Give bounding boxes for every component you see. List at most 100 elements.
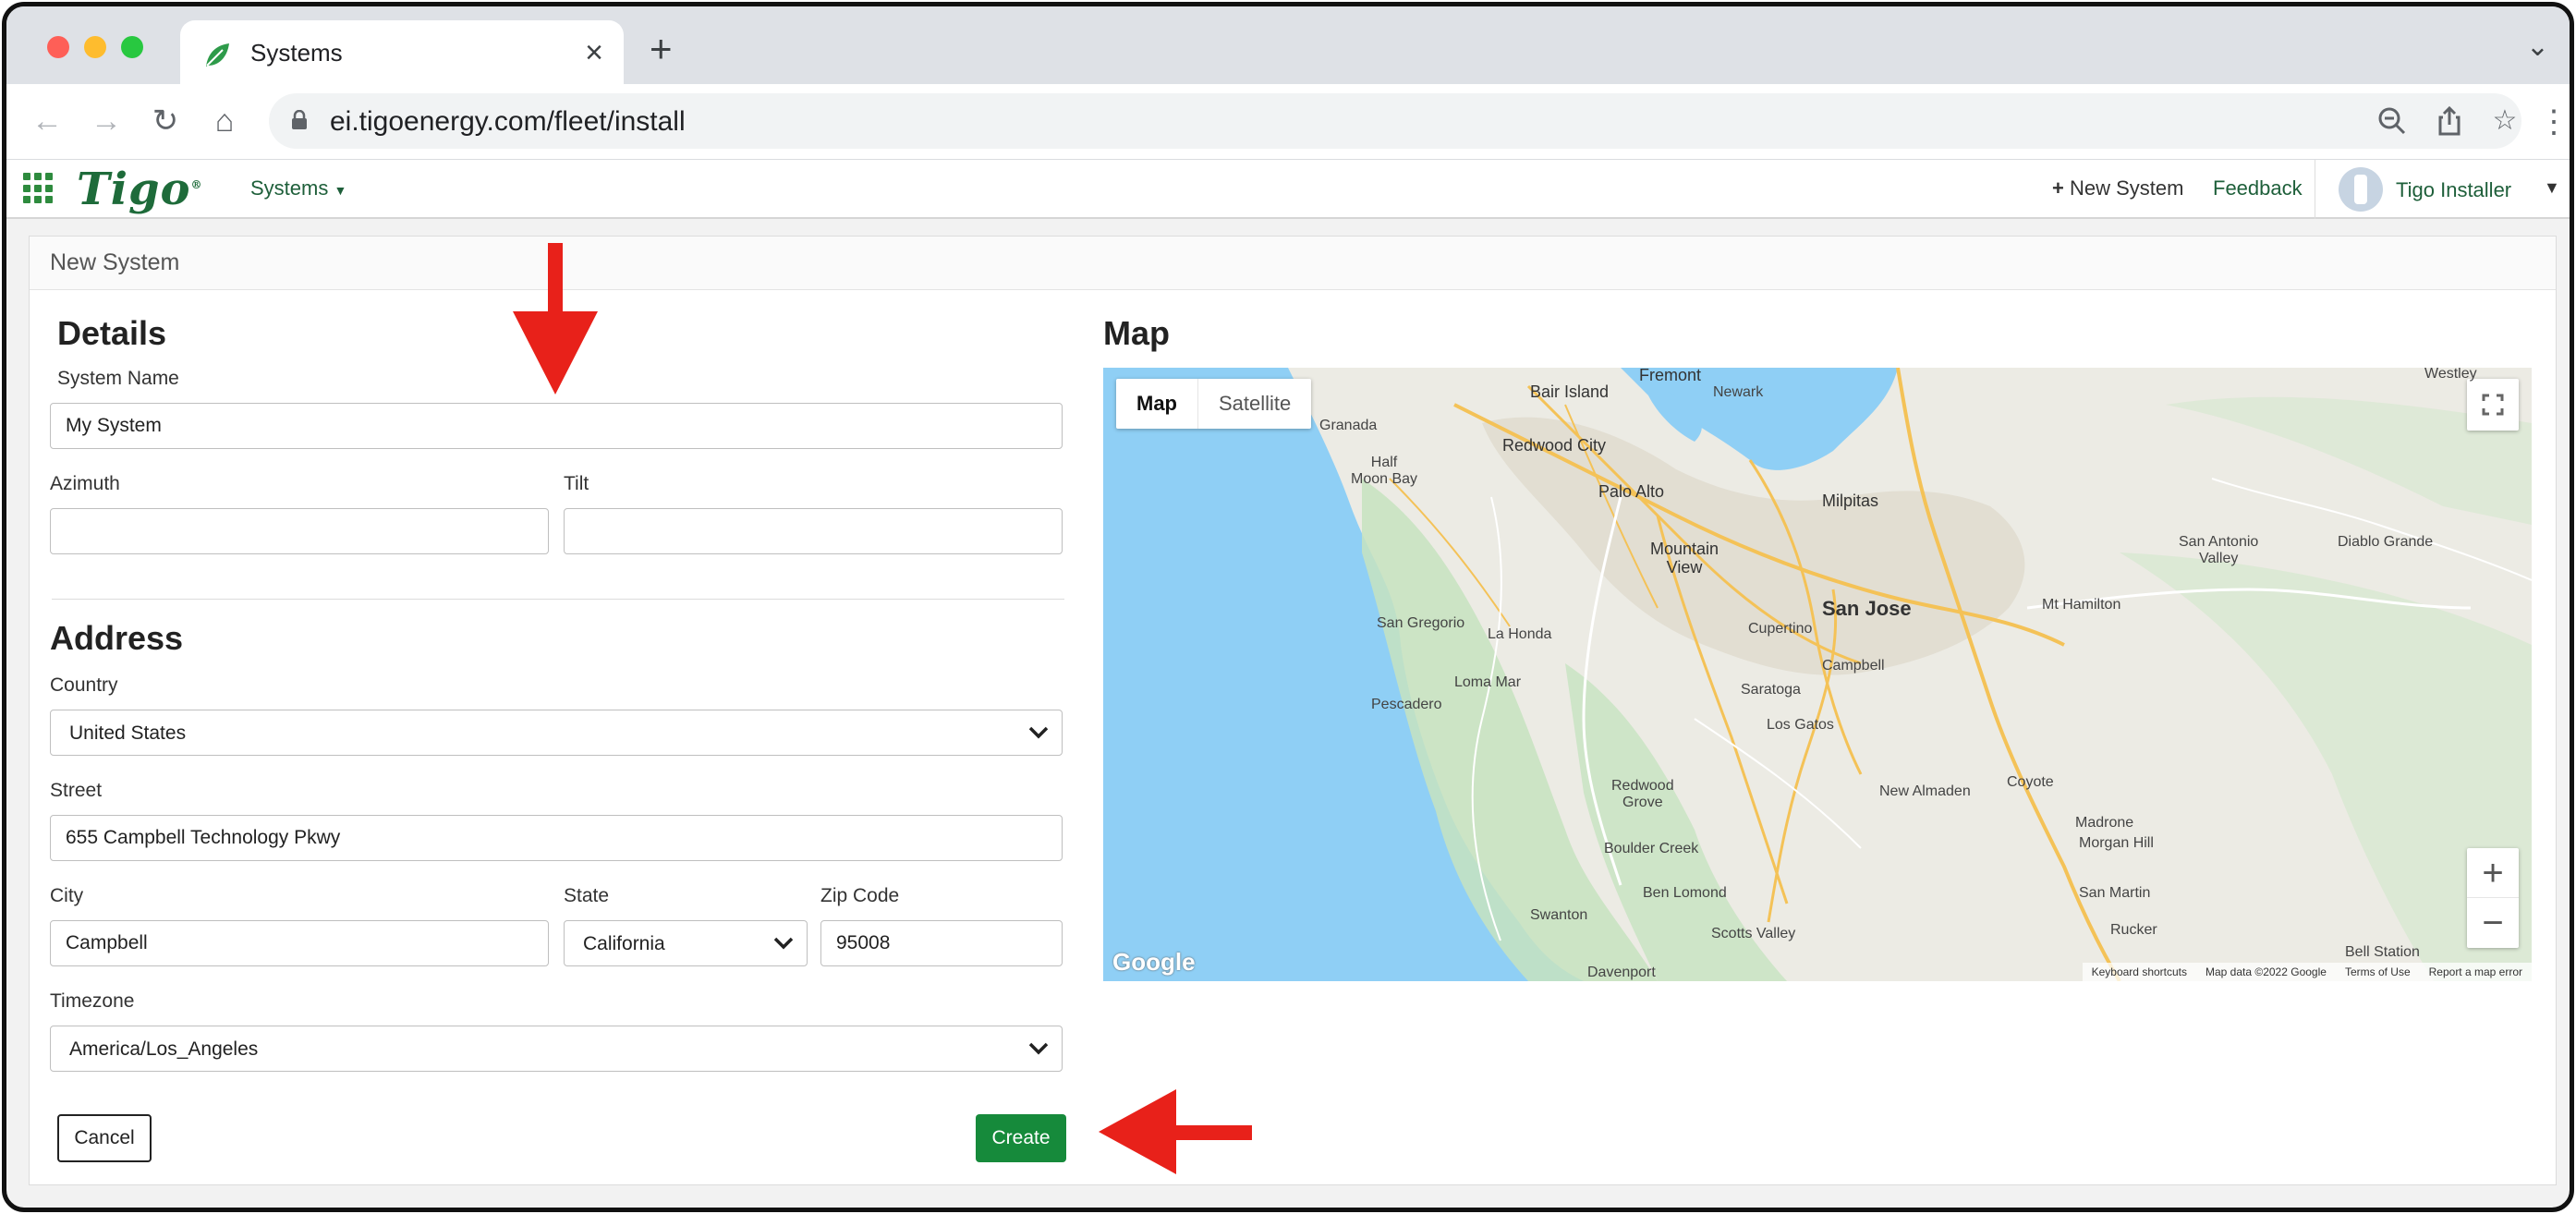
map-label: Bair Island	[1530, 382, 1610, 401]
city-label: City	[50, 885, 84, 906]
tab-bar: Systems × + ⌄	[6, 6, 2570, 84]
avatar	[2339, 167, 2383, 212]
map-label: Morgan Hill	[2079, 835, 2154, 851]
timezone-select[interactable]: America/Los_Angeles	[50, 1026, 1063, 1072]
close-window-button[interactable]	[47, 36, 69, 58]
map-label: Saratoga	[1741, 682, 1801, 698]
leaf-icon	[206, 43, 229, 67]
caret-down-icon[interactable]: ▼	[2544, 178, 2560, 198]
map-label: Westley	[2424, 368, 2477, 382]
zoom-out-button[interactable]: −	[2467, 898, 2519, 948]
state-select[interactable]: California	[564, 920, 808, 966]
map-label: Newark	[1713, 384, 1764, 400]
plus-icon: +	[2052, 176, 2064, 200]
city-input[interactable]	[50, 920, 549, 966]
bookmark-star-icon[interactable]: ☆	[2488, 104, 2521, 138]
minimize-window-button[interactable]	[84, 36, 106, 58]
feedback-link[interactable]: Feedback	[2213, 176, 2303, 200]
new-system-panel: New System Details System Name Azimuth T…	[29, 236, 2557, 1185]
browser-menu-icon[interactable]: ⋮	[2538, 101, 2570, 143]
map-terrain	[1103, 368, 2532, 981]
map-heading: Map	[1103, 314, 1170, 352]
map-label: Swanton	[1530, 907, 1588, 923]
map-label: San Antonio Valley	[2179, 534, 2259, 566]
terms-link[interactable]: Terms of Use	[2336, 963, 2420, 981]
cancel-button[interactable]: Cancel	[57, 1114, 152, 1162]
zip-code-label: Zip Code	[820, 885, 900, 906]
home-icon[interactable]: ⌂	[204, 101, 245, 141]
close-tab-icon[interactable]: ×	[585, 35, 603, 71]
tilt-input[interactable]	[564, 508, 1063, 554]
map-label: Diablo Grande	[2338, 534, 2434, 550]
panel-title: New System	[50, 249, 180, 275]
keyboard-shortcuts-link[interactable]: Keyboard shortcuts	[2083, 963, 2196, 981]
share-icon[interactable]	[2433, 104, 2466, 138]
street-input[interactable]	[50, 815, 1063, 861]
azimuth-input[interactable]	[50, 508, 549, 554]
map-view[interactable]: Map Satellite + − Fremont Newark Bair Is…	[1103, 368, 2532, 981]
state-label: State	[564, 885, 610, 906]
map-label: Coyote	[2007, 774, 2054, 790]
back-arrow-icon[interactable]: ←	[27, 101, 67, 141]
map-label: Milpitas	[1822, 492, 1879, 510]
systems-dropdown[interactable]: Systems ▼	[250, 176, 346, 200]
zoom-out-magnifier-icon[interactable]	[2376, 104, 2409, 138]
section-divider	[52, 599, 1064, 600]
reload-icon[interactable]: ↻	[145, 101, 186, 141]
chevron-down-icon	[1028, 1042, 1049, 1055]
new-tab-button[interactable]: +	[650, 27, 673, 71]
map-type-map-button[interactable]: Map	[1116, 379, 1197, 429]
address-bar[interactable]: ei.tigoenergy.com/fleet/install ☆	[269, 93, 2521, 149]
map-attribution: Keyboard shortcuts Map data ©2022 Google…	[2082, 963, 2532, 981]
map-label: Rucker	[2110, 922, 2157, 938]
timezone-label: Timezone	[50, 990, 135, 1012]
zip-code-input[interactable]	[820, 920, 1063, 966]
panel-header: New System	[30, 237, 2556, 290]
map-label: San Martin	[2079, 885, 2151, 901]
caret-down-icon: ▼	[334, 183, 347, 198]
map-label: Palo Alto	[1598, 482, 1665, 501]
map-label: Davenport	[1587, 965, 1656, 980]
address-heading: Address	[50, 619, 184, 657]
tab-title: Systems	[250, 39, 343, 67]
map-label: Redwood Grove	[1611, 778, 1674, 810]
details-heading: Details	[57, 314, 167, 352]
tilt-label: Tilt	[564, 473, 589, 494]
browser-window: Systems × + ⌄ ← → ↻ ⌂ ei.tigoenergy.com/…	[2, 2, 2574, 1212]
map-label: Fremont	[1639, 368, 1702, 384]
map-label: Los Gatos	[1767, 717, 1834, 733]
url-text: ei.tigoenergy.com/fleet/install	[330, 106, 686, 137]
chevron-down-icon	[773, 937, 794, 950]
zoom-in-button[interactable]: +	[2467, 848, 2519, 898]
tigo-logo[interactable]: Tigo®	[77, 164, 203, 215]
map-type-satellite-button[interactable]: Satellite	[1197, 379, 1311, 429]
map-data-text: Map data ©2022 Google	[2205, 965, 2327, 978]
maximize-window-button[interactable]	[121, 36, 143, 58]
map-label: Mt Hamilton	[2042, 597, 2121, 613]
apps-grid-icon[interactable]	[23, 173, 55, 204]
map-label: New Almaden	[1879, 783, 1971, 799]
map-label: San Gregorio	[1377, 615, 1465, 631]
browser-toolbar: ← → ↻ ⌂ ei.tigoenergy.com/fleet/install …	[6, 84, 2570, 160]
map-label: La Honda	[1488, 626, 1552, 642]
map-label: Loma Mar	[1454, 674, 1522, 690]
forward-arrow-icon[interactable]: →	[86, 101, 127, 141]
create-button[interactable]: Create	[976, 1114, 1066, 1162]
tab-search-chevron-icon[interactable]: ⌄	[2526, 30, 2549, 63]
report-map-error-link[interactable]: Report a map error	[2420, 963, 2532, 981]
map-label: Campbell	[1822, 658, 1885, 674]
map-label: San Jose	[1822, 597, 1912, 620]
chevron-down-icon	[1028, 726, 1049, 739]
map-label: Cupertino	[1748, 621, 1813, 637]
azimuth-label: Azimuth	[50, 473, 120, 494]
annotation-arrow-down-icon	[513, 243, 598, 395]
user-name: Tigo Installer	[2396, 178, 2512, 201]
map-label: Scotts Valley	[1711, 926, 1796, 941]
system-name-label: System Name	[57, 368, 179, 389]
system-name-input[interactable]	[50, 403, 1063, 449]
fullscreen-icon[interactable]	[2467, 379, 2519, 431]
new-system-link[interactable]: + New System	[2052, 176, 2183, 200]
country-select[interactable]: United States	[50, 710, 1063, 756]
map-label: Redwood City	[1502, 436, 1607, 455]
browser-tab[interactable]: Systems ×	[180, 20, 624, 84]
